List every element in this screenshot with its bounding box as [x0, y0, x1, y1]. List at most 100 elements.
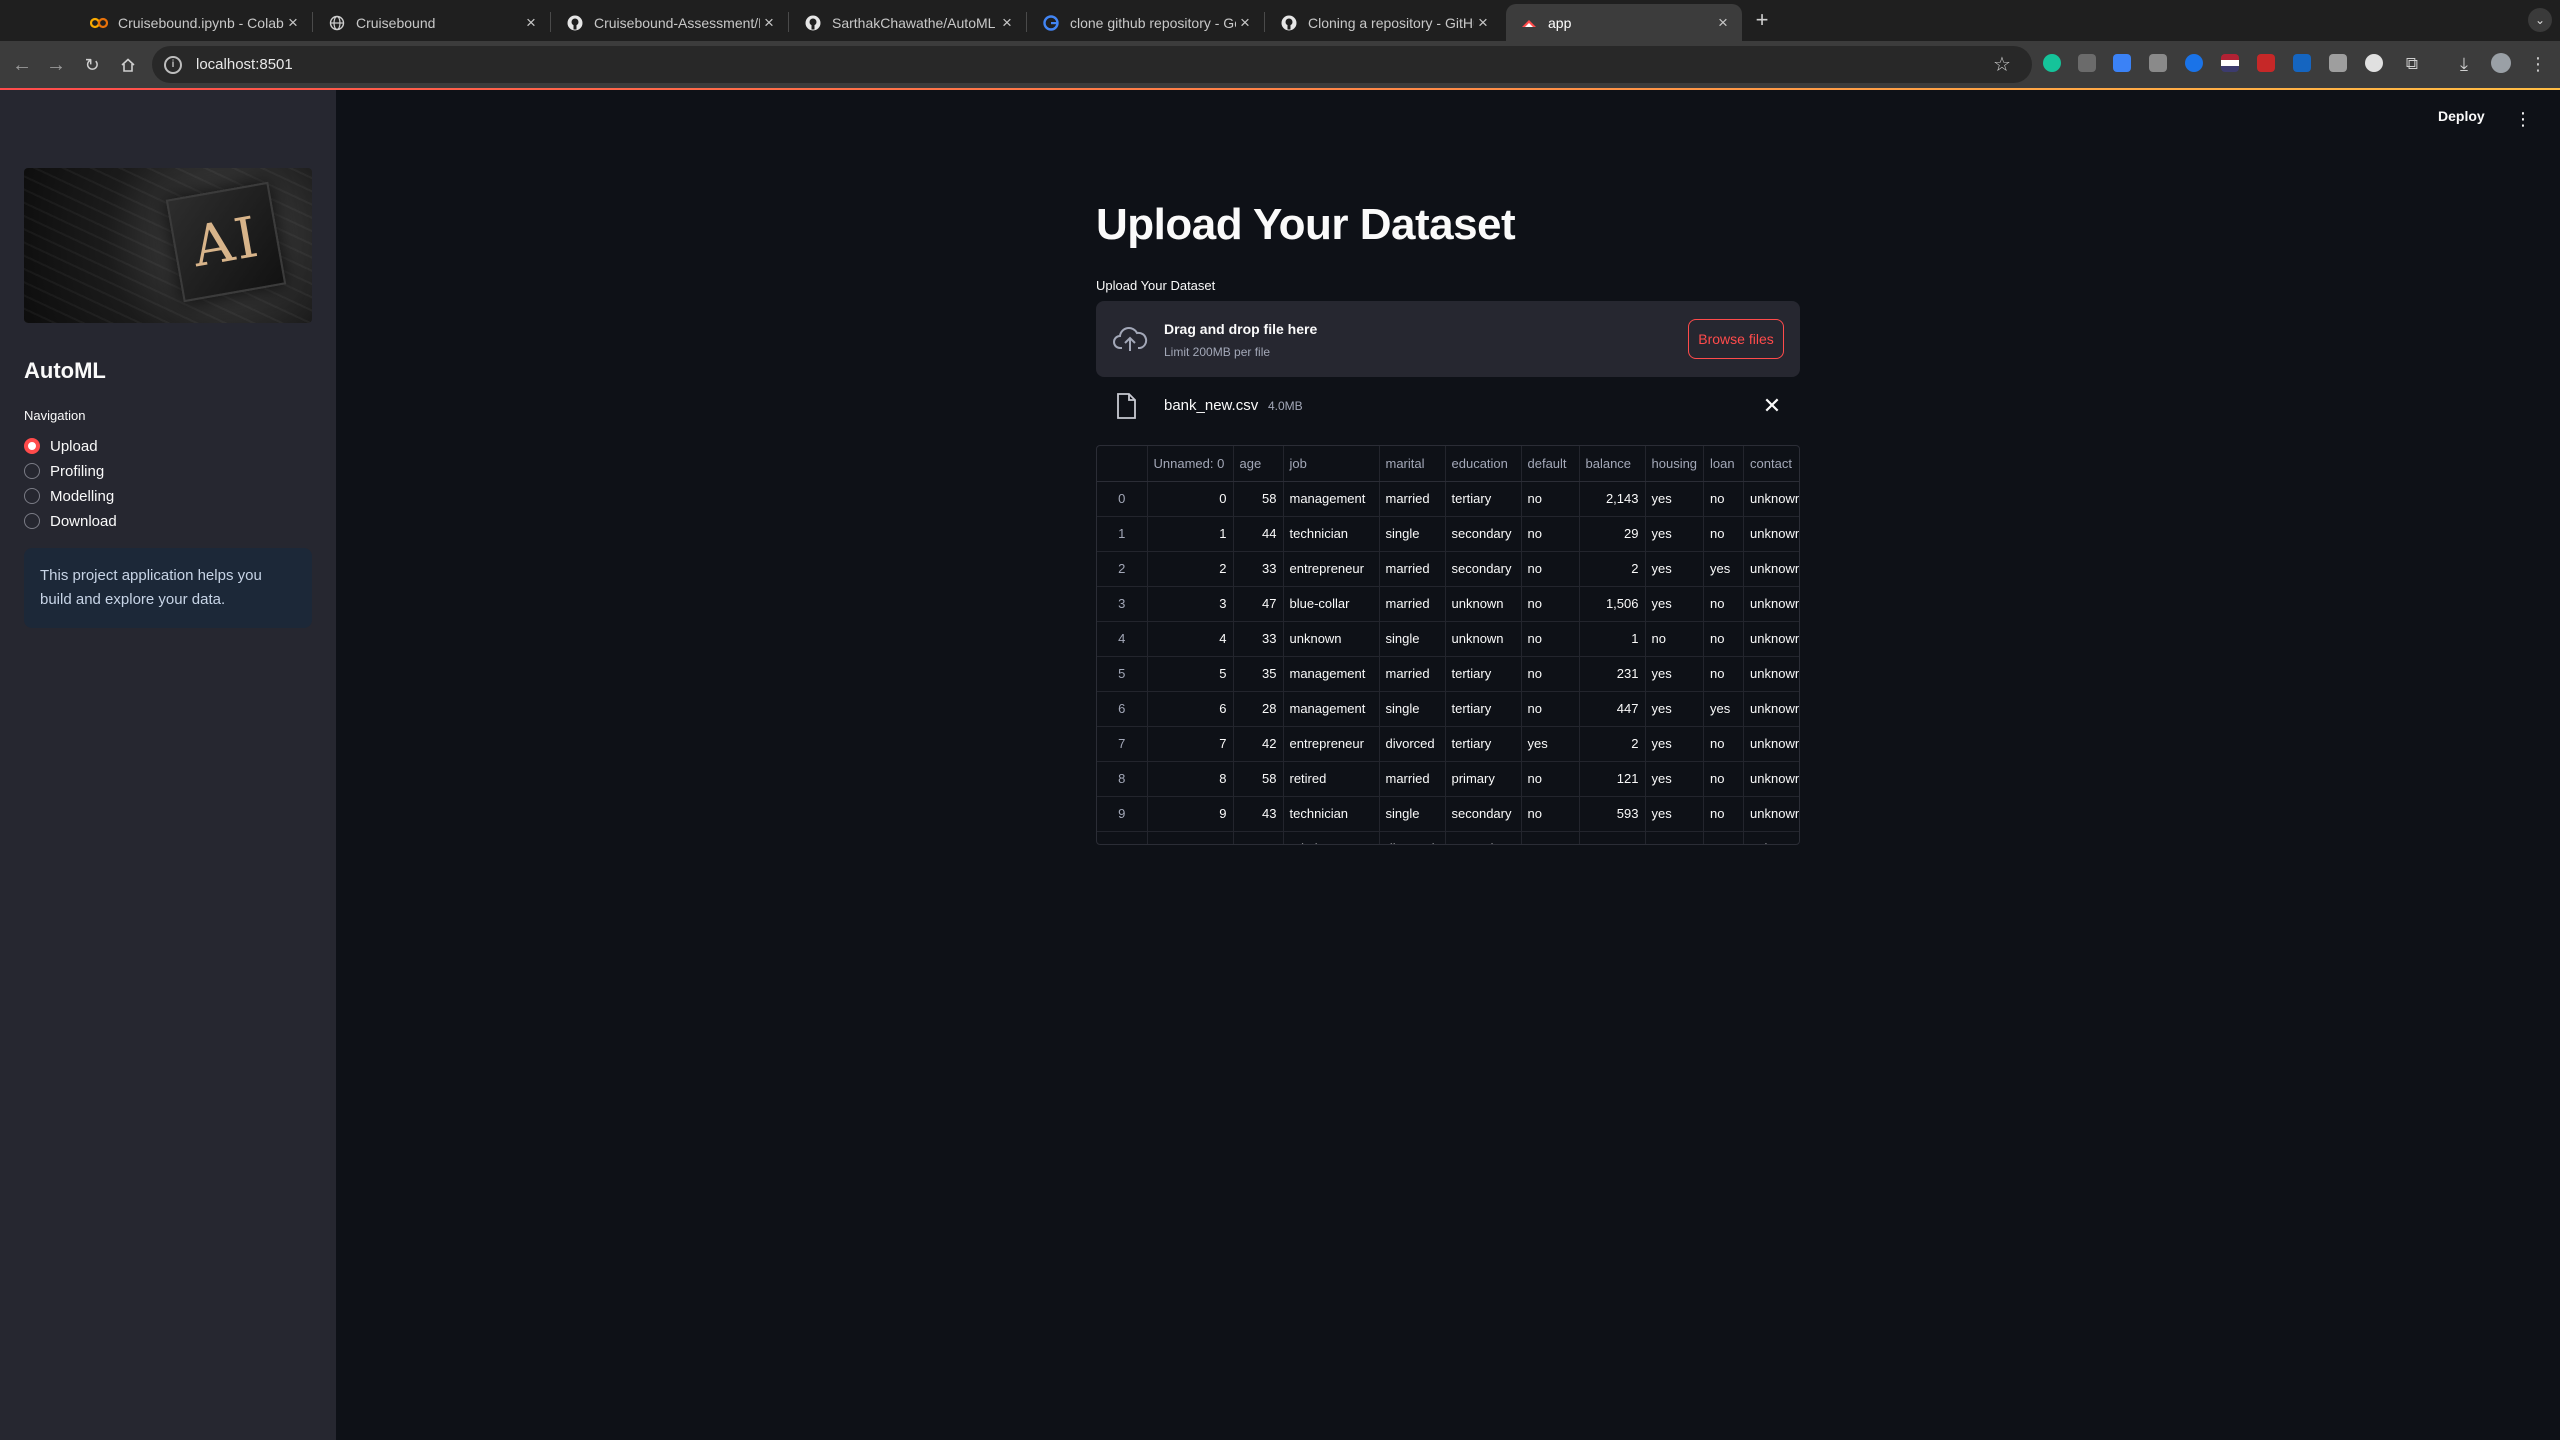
extension-icon[interactable] [2293, 54, 2311, 72]
table-cell: yes [1645, 831, 1705, 844]
row-index: 7 [1097, 726, 1148, 762]
site-info-icon[interactable]: i [164, 55, 182, 74]
radio-checked-icon[interactable] [24, 438, 40, 454]
grammarly-icon[interactable] [2043, 54, 2061, 72]
table-row[interactable]: 8 8 58 retired married primary no 121 yes no unkno… [1097, 761, 1799, 797]
nav-radio-download[interactable]: Download [24, 510, 117, 532]
column-header[interactable]: balance [1579, 446, 1646, 482]
cloud-upload-icon [1113, 327, 1148, 351]
table-cell: unknown [1743, 761, 1799, 797]
nav-radio-label: Modelling [50, 487, 115, 505]
extension-icon[interactable] [2149, 54, 2167, 72]
column-header[interactable]: marital [1379, 446, 1446, 482]
column-header[interactable]: age [1233, 446, 1284, 482]
extension-icon[interactable] [2365, 54, 2383, 72]
tab-automl-repo[interactable]: SarthakChawathe/AutoML × [790, 4, 1026, 41]
table-cell: unknown [1283, 621, 1380, 657]
radio-unchecked-icon[interactable] [24, 488, 40, 504]
back-icon[interactable]: ← [10, 53, 34, 77]
column-header[interactable] [1097, 446, 1148, 482]
table-row[interactable]: 4 4 33 unknown single unknown no 1 no no unknown [1097, 621, 1799, 657]
radio-unchecked-icon[interactable] [24, 463, 40, 479]
github-docs-icon [1280, 14, 1298, 32]
table-row[interactable]: 9 9 43 technician single secondary no 593 yes no u… [1097, 796, 1799, 832]
table-cell: no [1521, 656, 1580, 692]
extension-icon[interactable] [2078, 54, 2096, 72]
chrome-menu-icon[interactable]: ⋮ [2526, 52, 2550, 76]
tab-google-search[interactable]: clone github repository - Goo × [1028, 4, 1264, 41]
tab-github-docs[interactable]: Cloning a repository - GitHub × [1266, 4, 1502, 41]
tab-colab[interactable]: Cruisebound.ipynb - Colab × [76, 4, 312, 41]
close-icon[interactable]: × [998, 13, 1016, 32]
tab-cruisebound[interactable]: Cruisebound × [314, 4, 550, 41]
table-cell: unknown [1743, 726, 1799, 762]
home-icon[interactable] [116, 53, 140, 77]
table-cell: technician [1283, 516, 1380, 552]
download-icon[interactable]: ⤓ [2452, 52, 2476, 76]
kebab-menu-icon[interactable]: ⋮ [2514, 110, 2532, 130]
app-header-decoration [0, 88, 2560, 90]
nav-radio-modelling[interactable]: Modelling [24, 485, 114, 507]
column-header[interactable]: housing [1645, 446, 1705, 482]
radio-unchecked-icon[interactable] [24, 513, 40, 529]
close-icon[interactable]: × [1236, 13, 1254, 32]
table-row[interactable]: 101041admin.divorcedsecondaryno270yesnou… [1097, 831, 1799, 844]
remove-file-icon[interactable]: ✕ [1760, 393, 1784, 419]
table-cell: 2 [1579, 726, 1646, 762]
column-header[interactable]: loan [1703, 446, 1745, 482]
close-icon[interactable]: × [522, 13, 540, 32]
table-cell: 8 [1147, 761, 1234, 797]
table-cell: tertiary [1445, 481, 1522, 517]
close-icon[interactable]: × [1714, 13, 1732, 32]
table-row[interactable]: 2 2 33 entrepreneur married secondary no 2 yes ye… [1097, 551, 1799, 587]
column-header[interactable]: job [1283, 446, 1380, 482]
table-cell: 58 [1233, 481, 1284, 517]
table-row[interactable]: 5 5 35 management married tertiary no 231 yes no u… [1097, 656, 1799, 692]
nav-radio-label: Download [50, 512, 117, 530]
bookmark-star-icon[interactable]: ☆ [1990, 52, 2014, 76]
column-header[interactable]: default [1521, 446, 1580, 482]
extensions-puzzle-icon[interactable]: ⧉ [2400, 52, 2424, 76]
browse-files-button[interactable]: Browse files [1688, 319, 1784, 359]
column-header[interactable]: contact [1743, 446, 1799, 482]
dataframe[interactable]: Unnamed: 0 age job marital education default b… [1096, 445, 1800, 845]
file-icon [1117, 393, 1136, 419]
reload-icon[interactable]: ↻ [80, 53, 104, 77]
table-cell: 9 [1147, 796, 1234, 832]
close-icon[interactable]: × [1474, 13, 1492, 32]
table-row[interactable]: 0 0 58 management married tertiary no 2,143 yes n… [1097, 481, 1799, 517]
table-cell: single [1379, 796, 1446, 832]
deploy-button[interactable]: Deploy [2438, 108, 2485, 124]
layers-extension-icon[interactable] [2113, 54, 2131, 72]
extension-icon[interactable] [2185, 54, 2203, 72]
url-text[interactable]: localhost:8501 [196, 56, 293, 73]
table-cell: 10 [1147, 831, 1234, 844]
file-dropzone[interactable]: Drag and drop file here Limit 200MB per … [1096, 301, 1800, 377]
close-icon[interactable]: × [760, 13, 778, 32]
flag-extension-icon[interactable] [2221, 54, 2239, 72]
extension-icon[interactable] [2329, 54, 2347, 72]
nav-radio-profiling[interactable]: Profiling [24, 460, 104, 482]
tab-cruisebound-assessment[interactable]: Cruisebound-Assessment/Pa × [552, 4, 788, 41]
tab-search-icon[interactable]: ⌄ [2528, 8, 2552, 32]
data-table: Unnamed: 0 age job marital education default b… [1097, 446, 1799, 844]
column-header[interactable]: Unnamed: 0 [1147, 446, 1234, 482]
extension-icon[interactable] [2257, 54, 2275, 72]
nav-radio-upload[interactable]: Upload [24, 435, 98, 457]
address-bar[interactable]: i localhost:8501 [152, 46, 2032, 83]
table-cell: no [1521, 516, 1580, 552]
table-cell: primary [1445, 761, 1522, 797]
new-tab-button[interactable]: + [1750, 7, 1774, 32]
row-index: 1 [1097, 516, 1148, 552]
table-row[interactable]: 1 1 44 technician single secondary no 29 yes no un… [1097, 516, 1799, 552]
table-row[interactable]: 6 6 28 management single tertiary no 447 yes yes u… [1097, 691, 1799, 727]
table-row[interactable]: 7 7 42 entrepreneur divorced tertiary yes 2 yes n… [1097, 726, 1799, 762]
table-row[interactable]: 3 3 47 blue-collar married unknown no 1,506 yes n… [1097, 586, 1799, 622]
column-header[interactable]: education [1445, 446, 1522, 482]
profile-avatar-icon[interactable] [2491, 53, 2511, 73]
tab-app[interactable]: app × [1506, 4, 1742, 41]
table-cell: 1,506 [1579, 586, 1646, 622]
table-cell: management [1283, 656, 1380, 692]
forward-icon[interactable]: → [44, 53, 68, 77]
close-icon[interactable]: × [284, 13, 302, 32]
